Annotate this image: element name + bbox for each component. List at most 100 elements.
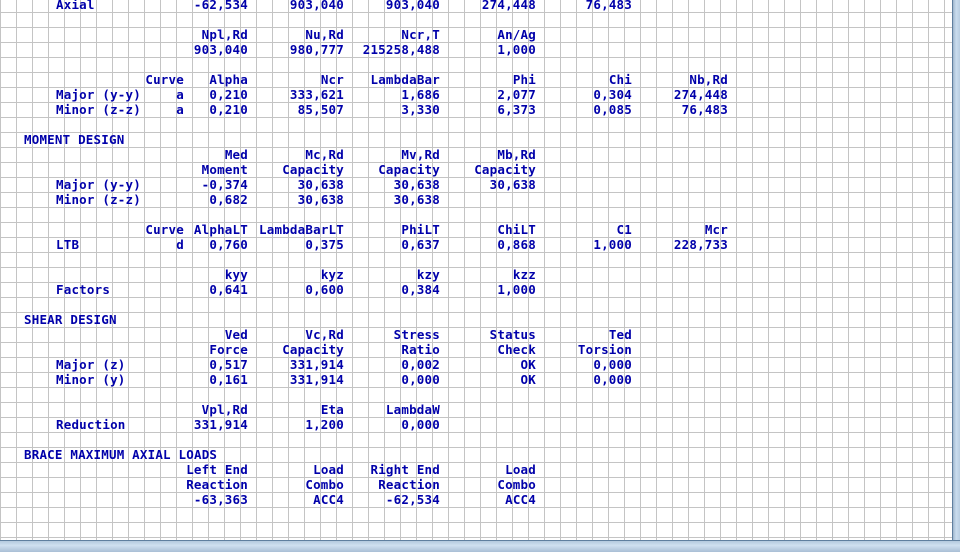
cell: 6,373 <box>497 102 536 117</box>
cell: 0,210 <box>209 87 248 102</box>
column-header: LambdaBar <box>370 72 440 87</box>
resistance-header-row: Npl,Rd Nu,Rd Ncr,T An/Ag <box>0 27 952 42</box>
column-header: kyy <box>224 267 248 282</box>
column-header: Curve <box>145 222 184 237</box>
column-header: kzy <box>416 267 440 282</box>
buckling-header-row: Curve Alpha Ncr LambdaBar Phi Chi Nb,Rd <box>0 72 952 87</box>
cell: 0,517 <box>209 357 248 372</box>
column-header: Npl,Rd <box>201 27 248 42</box>
cell: 0,384 <box>401 282 440 297</box>
moment-row-minor: Minor (z-z) 0,682 30,638 30,638 <box>0 192 952 207</box>
shear-section: SHEAR DESIGN <box>0 312 952 327</box>
column-header: Capacity <box>378 162 440 177</box>
moment-header-row-2: Moment Capacity Capacity Capacity <box>0 162 952 177</box>
cell: -63,363 <box>193 492 248 507</box>
column-header: Capacity <box>474 162 536 177</box>
cell: 0,000 <box>593 372 632 387</box>
cell: 0,600 <box>305 282 344 297</box>
cell: 903,040 <box>385 0 440 12</box>
column-header: Alpha <box>209 72 248 87</box>
cell: 228,733 <box>673 237 728 252</box>
column-header: Combo <box>305 477 344 492</box>
row-label: Reduction <box>56 417 126 432</box>
column-header: Torsion <box>577 342 632 357</box>
brace-section: BRACE MAXIMUM AXIAL LOADS <box>0 447 952 462</box>
reduction-row: Reduction 331,914 1,200 0,000 <box>0 417 952 432</box>
cell: 76,483 <box>585 0 632 12</box>
window-frame-bottom <box>0 540 960 552</box>
section-title: MOMENT DESIGN <box>24 132 125 147</box>
column-header: AlphaLT <box>193 222 248 237</box>
column-header: Nu,Rd <box>305 27 344 42</box>
shear-row-major: Major (z) 0,517 331,914 0,002 OK 0,000 <box>0 357 952 372</box>
row-label: Minor (y) <box>56 372 126 387</box>
row-label: Factors <box>56 282 111 297</box>
cell: 331,914 <box>289 357 344 372</box>
section-title: BRACE MAXIMUM AXIAL LOADS <box>24 447 218 462</box>
column-header: LambdaBarLT <box>259 222 344 237</box>
cell: a <box>176 102 184 117</box>
section-title: SHEAR DESIGN <box>24 312 117 327</box>
column-header: Combo <box>497 477 536 492</box>
cell: 1,000 <box>593 237 632 252</box>
row-label: Major (y-y) <box>56 177 141 192</box>
cell: 1,686 <box>401 87 440 102</box>
column-header: An/Ag <box>497 27 536 42</box>
row-label: Axial <box>56 0 95 12</box>
column-header: Vc,Rd <box>305 327 344 342</box>
brace-header-row-1: Left End Load Right End Load <box>0 462 952 477</box>
moment-header-row-1: Med Mc,Rd Mv,Rd Mb,Rd <box>0 147 952 162</box>
cell: 331,914 <box>289 372 344 387</box>
column-header: C1 <box>616 222 632 237</box>
cell: 0,161 <box>209 372 248 387</box>
cell: -62,534 <box>193 0 248 12</box>
column-header: LambdaW <box>385 402 440 417</box>
cell: 30,638 <box>393 192 440 207</box>
cell: 0,868 <box>497 237 536 252</box>
column-header: Ratio <box>401 342 440 357</box>
column-header: PhiLT <box>401 222 440 237</box>
cell: 903,040 <box>193 42 248 57</box>
column-header: Eta <box>320 402 344 417</box>
ltb-row: LTB d 0,760 0,375 0,637 0,868 1,000 228,… <box>0 237 952 252</box>
shear-row-minor: Minor (y) 0,161 331,914 0,000 OK 0,000 <box>0 372 952 387</box>
cell: 30,638 <box>393 177 440 192</box>
report-text: Axial -62,534 903,040 903,040 274,448 76… <box>0 0 952 540</box>
column-header: Vpl,Rd <box>201 402 248 417</box>
cell: 215258,488 <box>362 42 440 57</box>
column-header: Chi <box>608 72 632 87</box>
cell: 76,483 <box>681 102 728 117</box>
shear-header-row-2: Force Capacity Ratio Check Torsion <box>0 342 952 357</box>
cell: 0,085 <box>593 102 632 117</box>
window-frame-right <box>952 0 960 551</box>
row-label: LTB <box>56 237 80 252</box>
cell: 0,002 <box>401 357 440 372</box>
cell: 3,330 <box>401 102 440 117</box>
column-header: Ncr,T <box>401 27 440 42</box>
cell: 0,637 <box>401 237 440 252</box>
buckling-row-minor: Minor (z-z) a 0,210 85,507 3,330 6,373 0… <box>0 102 952 117</box>
column-header: Load <box>505 462 536 477</box>
row-label: Minor (z-z) <box>56 102 141 117</box>
shear-header-row-1: Ved Vc,Rd Stress Status Ted <box>0 327 952 342</box>
buckling-row-major: Major (y-y) a 0,210 333,621 1,686 2,077 … <box>0 87 952 102</box>
cell: 30,638 <box>489 177 536 192</box>
cell: 274,448 <box>481 0 536 12</box>
cell: 1,000 <box>497 282 536 297</box>
moment-section: MOMENT DESIGN <box>0 132 952 147</box>
column-header: Reaction <box>378 477 440 492</box>
row-label: Minor (z-z) <box>56 192 141 207</box>
column-header: Capacity <box>282 162 344 177</box>
resistance-value-row: 903,040 980,777 215258,488 1,000 <box>0 42 952 57</box>
column-header: Curve <box>145 72 184 87</box>
column-header: Stress <box>393 327 440 342</box>
cell: ACC4 <box>505 492 536 507</box>
factors-header-row: kyy kyz kzy kzz <box>0 267 952 282</box>
column-header: Ved <box>224 327 248 342</box>
cell: 333,621 <box>289 87 344 102</box>
cell: 2,077 <box>497 87 536 102</box>
column-header: Check <box>497 342 536 357</box>
cell: 0,641 <box>209 282 248 297</box>
column-header: Ncr <box>320 72 344 87</box>
column-header: ChiLT <box>497 222 536 237</box>
